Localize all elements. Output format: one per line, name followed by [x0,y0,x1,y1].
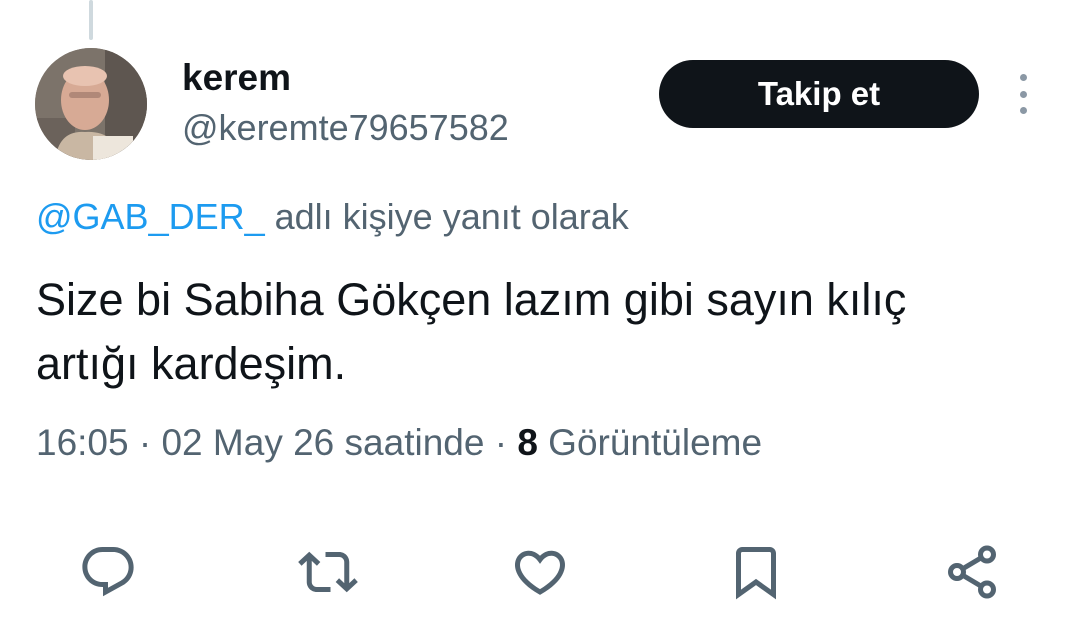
reply-icon [82,547,134,597]
like-icon [514,550,566,595]
meta-separator: · [484,422,518,463]
meta-separator: · [128,422,162,463]
reply-context-label: adlı kişiye yanıt olarak [264,196,629,237]
tweet-date[interactable]: 02 May 26 saatinde [161,422,484,463]
action-bar [0,540,1080,604]
views-label[interactable]: Görüntüleme [538,422,762,463]
bookmark-icon [736,547,776,600]
bookmark-button[interactable] [724,540,788,604]
share-button[interactable] [940,540,1004,604]
reply-mention-link[interactable]: @GAB_DER_ [36,196,265,237]
avatar[interactable] [35,48,147,160]
like-button[interactable] [508,540,572,604]
tweet-text-line: Size bi Sabiha Gökçen lazım gibi sayın k… [36,274,907,325]
thread-line [89,0,93,40]
retweet-button[interactable] [296,540,360,604]
reply-button[interactable] [76,540,140,604]
display-name[interactable]: kerem [182,56,291,100]
share-icon [948,545,996,599]
tweet-meta: 16:05 · 02 May 26 saatinde · 8 Görüntüle… [36,420,762,466]
views-count[interactable]: 8 [517,422,538,463]
retweet-icon [298,551,358,593]
avatar-image [35,48,147,160]
tweet-text-line: artığı kardeşim. [36,338,347,389]
tweet-time[interactable]: 16:05 [36,422,129,463]
follow-button[interactable]: Takip et [659,60,979,128]
user-handle[interactable]: @keremte79657582 [182,106,509,150]
more-vertical-icon[interactable] [1008,74,1038,114]
reply-context: @GAB_DER_ adlı kişiye yanıt olarak [36,195,629,239]
tweet-text: Size bi Sabiha Gökçen lazım gibi sayın k… [36,268,1046,396]
